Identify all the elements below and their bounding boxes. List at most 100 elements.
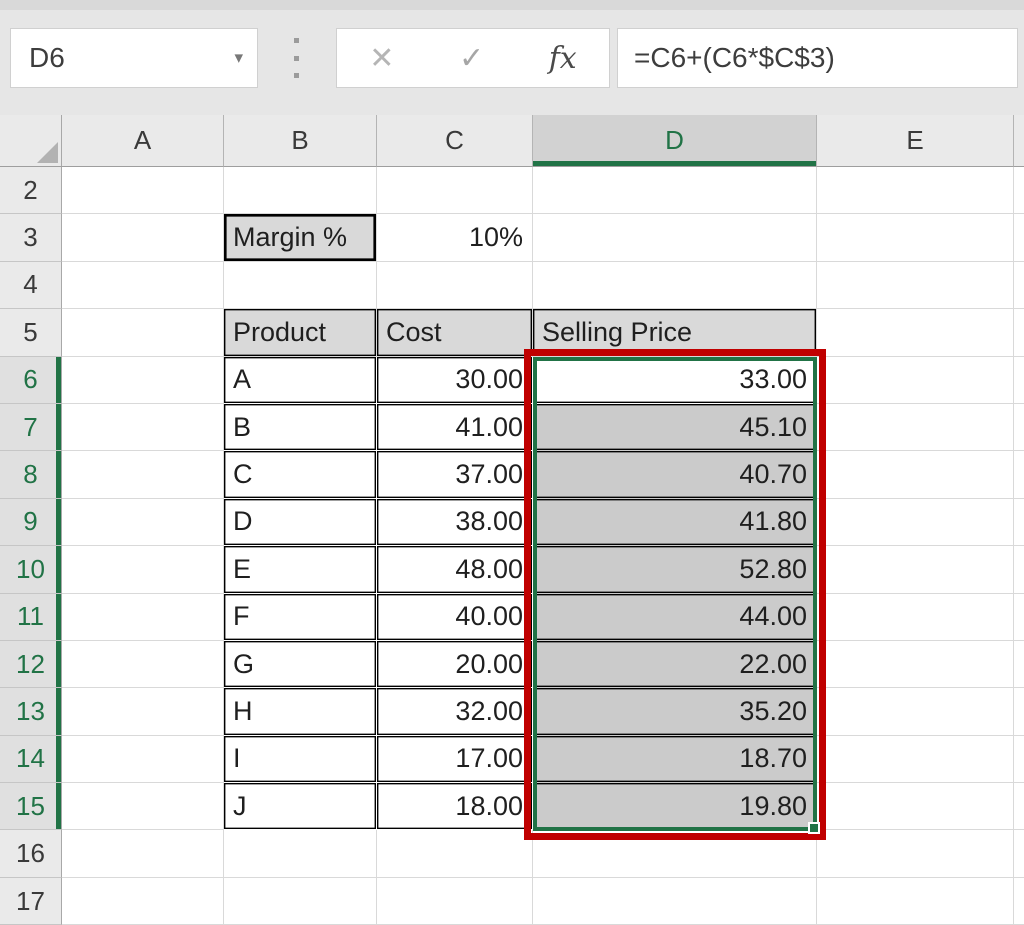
- cell-D9[interactable]: 41.80: [533, 499, 817, 546]
- cell-C15[interactable]: 18.00: [377, 783, 533, 830]
- cell-E10[interactable]: [817, 546, 1014, 593]
- cell-D2[interactable]: [533, 167, 817, 214]
- cell-C17[interactable]: [377, 878, 533, 925]
- cell-B5[interactable]: Product: [224, 309, 377, 356]
- cell-D11[interactable]: 44.00: [533, 594, 817, 641]
- column-header-B[interactable]: B: [224, 115, 377, 167]
- cell-E7[interactable]: [817, 404, 1014, 451]
- cell-E6[interactable]: [817, 357, 1014, 404]
- cell-B7[interactable]: B: [224, 404, 377, 451]
- cell-D8[interactable]: 40.70: [533, 451, 817, 498]
- cell-B4[interactable]: [224, 262, 377, 309]
- column-header-A[interactable]: A: [62, 115, 224, 167]
- cell-D6[interactable]: 33.00: [533, 357, 817, 404]
- cell-C9[interactable]: 38.00: [377, 499, 533, 546]
- cell-C12[interactable]: 20.00: [377, 641, 533, 688]
- cell-A10[interactable]: [62, 546, 224, 593]
- cell-A2[interactable]: [62, 167, 224, 214]
- cell-D3[interactable]: [533, 214, 817, 261]
- cell-B14[interactable]: I: [224, 736, 377, 783]
- cell-D4[interactable]: [533, 262, 817, 309]
- row-header-3[interactable]: 3: [0, 214, 62, 261]
- cell-E17[interactable]: [817, 878, 1014, 925]
- row-header-2[interactable]: 2: [0, 167, 62, 214]
- cell-F11[interactable]: [1014, 594, 1024, 641]
- cell-C7[interactable]: 41.00: [377, 404, 533, 451]
- cell-D12[interactable]: 22.00: [533, 641, 817, 688]
- cell-D14[interactable]: 18.70: [533, 736, 817, 783]
- cell-A17[interactable]: [62, 878, 224, 925]
- formula-bar[interactable]: =C6+(C6*$C$3): [617, 28, 1018, 88]
- enter-icon[interactable]: ✓: [459, 41, 484, 76]
- cell-A12[interactable]: [62, 641, 224, 688]
- column-header-D[interactable]: D: [533, 115, 817, 167]
- cell-F3[interactable]: [1014, 214, 1024, 261]
- cell-D16[interactable]: [533, 830, 817, 877]
- cell-F12[interactable]: [1014, 641, 1024, 688]
- cell-C8[interactable]: 37.00: [377, 451, 533, 498]
- cell-C11[interactable]: 40.00: [377, 594, 533, 641]
- cell-B12[interactable]: G: [224, 641, 377, 688]
- cell-E5[interactable]: [817, 309, 1014, 356]
- cancel-icon[interactable]: ✕: [369, 41, 394, 76]
- row-header-11[interactable]: 11: [0, 594, 62, 641]
- cell-D13[interactable]: 35.20: [533, 688, 817, 735]
- cell-C6[interactable]: 30.00: [377, 357, 533, 404]
- cell-F7[interactable]: [1014, 404, 1024, 451]
- cell-C4[interactable]: [377, 262, 533, 309]
- cell-A14[interactable]: [62, 736, 224, 783]
- cell-D15[interactable]: 19.80: [533, 783, 817, 830]
- cell-E12[interactable]: [817, 641, 1014, 688]
- select-all-corner[interactable]: [0, 115, 62, 167]
- cell-A13[interactable]: [62, 688, 224, 735]
- row-header-16[interactable]: 16: [0, 830, 62, 877]
- cell-A9[interactable]: [62, 499, 224, 546]
- cell-F9[interactable]: [1014, 499, 1024, 546]
- row-header-15[interactable]: 15: [0, 783, 62, 830]
- cell-B10[interactable]: E: [224, 546, 377, 593]
- cell-B17[interactable]: [224, 878, 377, 925]
- cell-C16[interactable]: [377, 830, 533, 877]
- cell-A16[interactable]: [62, 830, 224, 877]
- cell-E13[interactable]: [817, 688, 1014, 735]
- cell-A5[interactable]: [62, 309, 224, 356]
- name-box-dropdown-icon[interactable]: ▾: [234, 48, 243, 68]
- cell-A15[interactable]: [62, 783, 224, 830]
- column-header-E[interactable]: E: [817, 115, 1014, 167]
- cell-C2[interactable]: [377, 167, 533, 214]
- row-header-4[interactable]: 4: [0, 262, 62, 309]
- row-header-5[interactable]: 5: [0, 309, 62, 356]
- cell-E9[interactable]: [817, 499, 1014, 546]
- cell-B13[interactable]: H: [224, 688, 377, 735]
- cell-A8[interactable]: [62, 451, 224, 498]
- row-header-6[interactable]: 6: [0, 357, 62, 404]
- cell-C5[interactable]: Cost: [377, 309, 533, 356]
- cell-A3[interactable]: [62, 214, 224, 261]
- row-header-14[interactable]: 14: [0, 736, 62, 783]
- cell-F4[interactable]: [1014, 262, 1024, 309]
- cell-C3[interactable]: 10%: [377, 214, 533, 261]
- cell-B8[interactable]: C: [224, 451, 377, 498]
- cell-B15[interactable]: J: [224, 783, 377, 830]
- cell-F5[interactable]: [1014, 309, 1024, 356]
- cell-B6[interactable]: A: [224, 357, 377, 404]
- cell-F2[interactable]: [1014, 167, 1024, 214]
- cell-A7[interactable]: [62, 404, 224, 451]
- cell-F13[interactable]: [1014, 688, 1024, 735]
- cell-F14[interactable]: [1014, 736, 1024, 783]
- cell-F8[interactable]: [1014, 451, 1024, 498]
- cell-E4[interactable]: [817, 262, 1014, 309]
- column-header-C[interactable]: C: [377, 115, 533, 167]
- row-header-7[interactable]: 7: [0, 404, 62, 451]
- cell-B16[interactable]: [224, 830, 377, 877]
- row-header-10[interactable]: 10: [0, 546, 62, 593]
- cell-B11[interactable]: F: [224, 594, 377, 641]
- cell-F16[interactable]: [1014, 830, 1024, 877]
- insert-function-icon[interactable]: fx: [549, 41, 577, 76]
- cell-A6[interactable]: [62, 357, 224, 404]
- cell-E3[interactable]: [817, 214, 1014, 261]
- cell-F17[interactable]: [1014, 878, 1024, 925]
- name-box[interactable]: D6 ▾: [10, 28, 258, 88]
- column-header-F[interactable]: [1014, 115, 1024, 167]
- cell-A4[interactable]: [62, 262, 224, 309]
